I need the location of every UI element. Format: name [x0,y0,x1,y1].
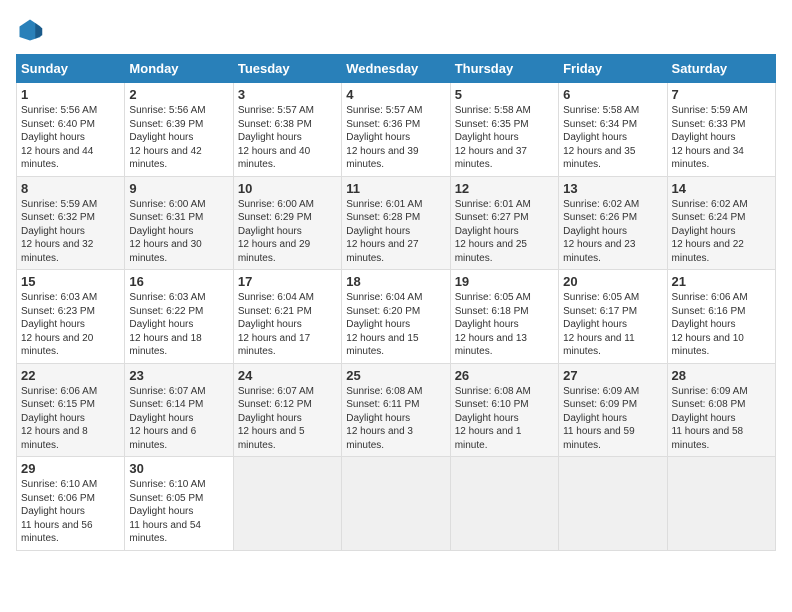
table-row: 14Sunrise: 6:02 AMSunset: 6:24 PMDayligh… [667,176,775,270]
table-row: 11Sunrise: 6:01 AMSunset: 6:28 PMDayligh… [342,176,450,270]
table-row: 21Sunrise: 6:06 AMSunset: 6:16 PMDayligh… [667,270,775,364]
table-row: 12Sunrise: 6:01 AMSunset: 6:27 PMDayligh… [450,176,558,270]
calendar-table: SundayMondayTuesdayWednesdayThursdayFrid… [16,54,776,551]
calendar-week-2: 8Sunrise: 5:59 AMSunset: 6:32 PMDaylight… [17,176,776,270]
table-row: 15Sunrise: 6:03 AMSunset: 6:23 PMDayligh… [17,270,125,364]
page-header [16,16,776,44]
table-row: 7Sunrise: 5:59 AMSunset: 6:33 PMDaylight… [667,83,775,177]
table-row: 17Sunrise: 6:04 AMSunset: 6:21 PMDayligh… [233,270,341,364]
header-tuesday: Tuesday [233,55,341,83]
table-row: 26Sunrise: 6:08 AMSunset: 6:10 PMDayligh… [450,363,558,457]
table-row: 13Sunrise: 6:02 AMSunset: 6:26 PMDayligh… [559,176,667,270]
header-thursday: Thursday [450,55,558,83]
table-row [450,457,558,551]
header-friday: Friday [559,55,667,83]
table-row: 6Sunrise: 5:58 AMSunset: 6:34 PMDaylight… [559,83,667,177]
table-row: 25Sunrise: 6:08 AMSunset: 6:11 PMDayligh… [342,363,450,457]
table-row [559,457,667,551]
table-row [233,457,341,551]
header-saturday: Saturday [667,55,775,83]
table-row: 5Sunrise: 5:58 AMSunset: 6:35 PMDaylight… [450,83,558,177]
table-row [342,457,450,551]
table-row: 23Sunrise: 6:07 AMSunset: 6:14 PMDayligh… [125,363,233,457]
table-row: 30Sunrise: 6:10 AMSunset: 6:05 PMDayligh… [125,457,233,551]
table-row: 10Sunrise: 6:00 AMSunset: 6:29 PMDayligh… [233,176,341,270]
table-row [667,457,775,551]
table-row: 2Sunrise: 5:56 AMSunset: 6:39 PMDaylight… [125,83,233,177]
calendar-week-5: 29Sunrise: 6:10 AMSunset: 6:06 PMDayligh… [17,457,776,551]
table-row: 28Sunrise: 6:09 AMSunset: 6:08 PMDayligh… [667,363,775,457]
calendar-week-3: 15Sunrise: 6:03 AMSunset: 6:23 PMDayligh… [17,270,776,364]
calendar-header-row: SundayMondayTuesdayWednesdayThursdayFrid… [17,55,776,83]
table-row: 18Sunrise: 6:04 AMSunset: 6:20 PMDayligh… [342,270,450,364]
table-row: 27Sunrise: 6:09 AMSunset: 6:09 PMDayligh… [559,363,667,457]
header-sunday: Sunday [17,55,125,83]
logo-icon [16,16,44,44]
table-row: 16Sunrise: 6:03 AMSunset: 6:22 PMDayligh… [125,270,233,364]
logo [16,16,48,44]
table-row: 22Sunrise: 6:06 AMSunset: 6:15 PMDayligh… [17,363,125,457]
header-monday: Monday [125,55,233,83]
calendar-week-1: 1Sunrise: 5:56 AMSunset: 6:40 PMDaylight… [17,83,776,177]
header-wednesday: Wednesday [342,55,450,83]
table-row: 3Sunrise: 5:57 AMSunset: 6:38 PMDaylight… [233,83,341,177]
calendar-week-4: 22Sunrise: 6:06 AMSunset: 6:15 PMDayligh… [17,363,776,457]
table-row: 4Sunrise: 5:57 AMSunset: 6:36 PMDaylight… [342,83,450,177]
table-row: 24Sunrise: 6:07 AMSunset: 6:12 PMDayligh… [233,363,341,457]
table-row: 19Sunrise: 6:05 AMSunset: 6:18 PMDayligh… [450,270,558,364]
table-row: 20Sunrise: 6:05 AMSunset: 6:17 PMDayligh… [559,270,667,364]
table-row: 8Sunrise: 5:59 AMSunset: 6:32 PMDaylight… [17,176,125,270]
table-row: 29Sunrise: 6:10 AMSunset: 6:06 PMDayligh… [17,457,125,551]
table-row: 1Sunrise: 5:56 AMSunset: 6:40 PMDaylight… [17,83,125,177]
table-row: 9Sunrise: 6:00 AMSunset: 6:31 PMDaylight… [125,176,233,270]
